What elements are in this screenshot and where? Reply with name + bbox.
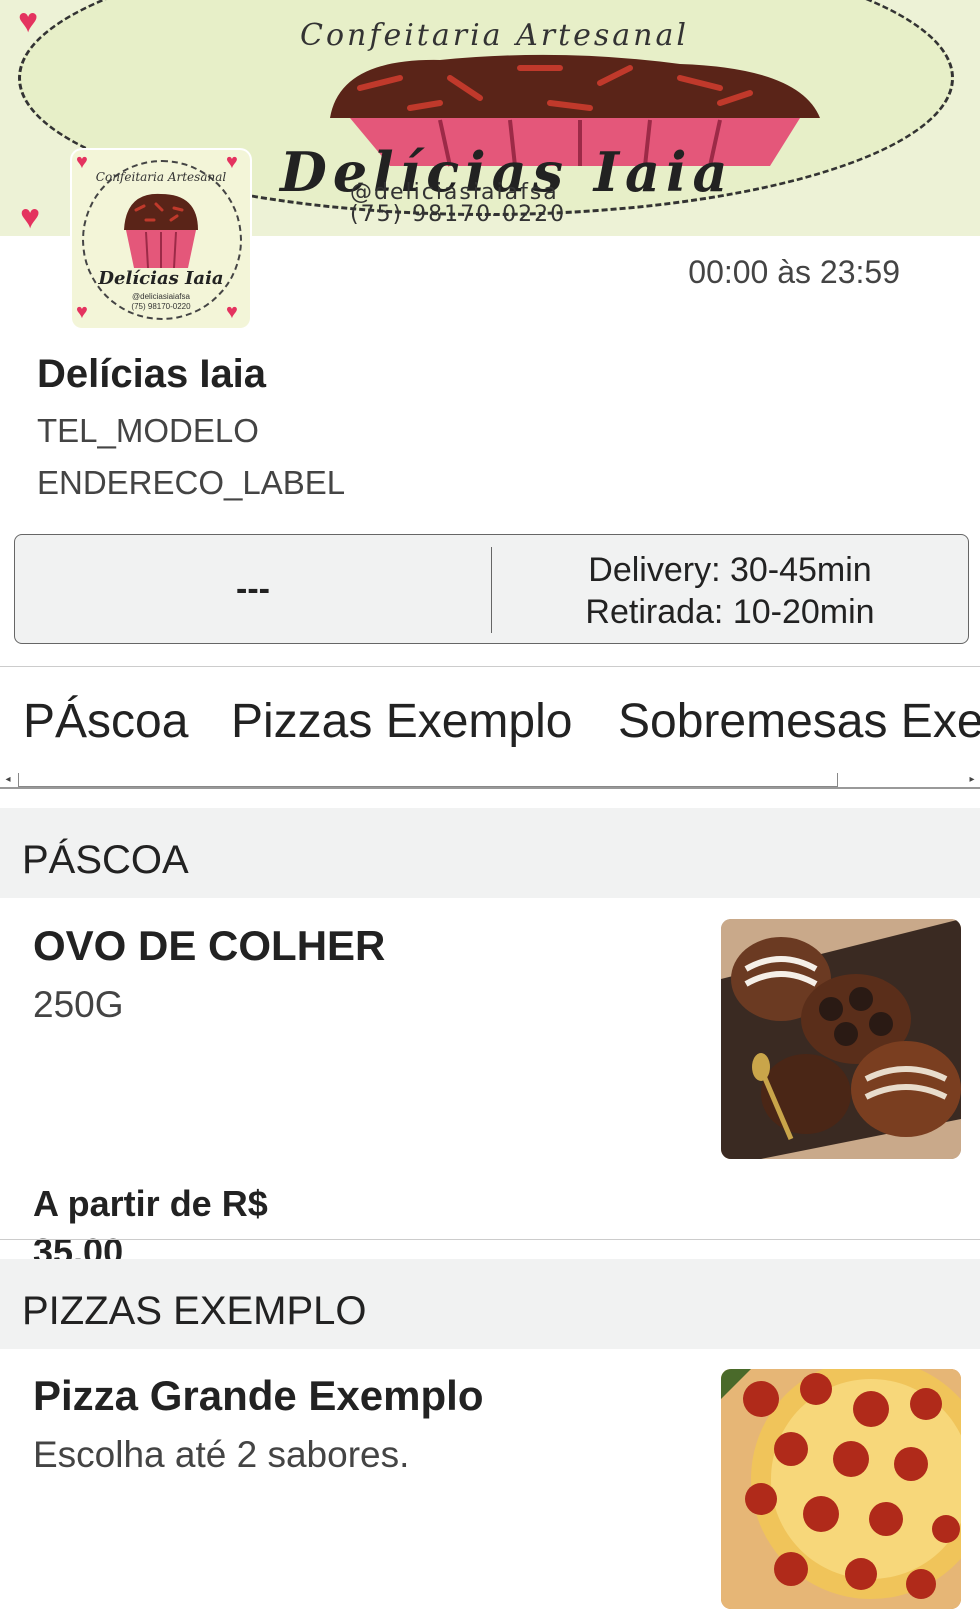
category-tabs: PÁscoa Pizzas Exemplo Sobremesas Exe (0, 668, 980, 772)
product-image-pizza-grande[interactable] (721, 1369, 961, 1609)
store-address: ENDERECO_LABEL (37, 464, 346, 501)
logo-brand: Delícias Iaia (98, 268, 224, 289)
pepperoni-pizza-photo (721, 1369, 961, 1609)
heart-icon: ♥ (18, 2, 39, 40)
delivery-info-box: --- Delivery: 30-45min Retirada: 10-20mi… (14, 534, 969, 644)
heart-icon: ♥ (76, 151, 88, 173)
scrollbar-track-line (0, 787, 980, 789)
tab-sobremesas-exemplo[interactable]: Sobremesas Exe (618, 694, 980, 749)
delivery-time: Delivery: 30-45min (588, 551, 872, 589)
heart-icon: ♥ (226, 151, 238, 173)
price-prefix: A partir de R$ (33, 1183, 268, 1224)
banner-phone: (75) 98170-0220 (350, 202, 567, 227)
product-name[interactable]: Pizza Grande Exemplo (33, 1372, 483, 1420)
opening-hours: 00:00 às 23:59 (688, 254, 900, 290)
delivery-times: Delivery: 30-45min Retirada: 10-20min (492, 549, 968, 633)
store-name: Delícias Iaia (37, 352, 267, 396)
logo-phone: (75) 98170-0220 (131, 302, 191, 311)
heart-icon: ♥ (20, 198, 41, 236)
store-status: --- (236, 569, 270, 608)
cupcake-icon (124, 193, 198, 269)
section-title-pascoa: PÁSCOA (0, 808, 980, 898)
scrollbar-thumb[interactable] (18, 773, 838, 787)
tab-pizzas-exemplo[interactable]: Pizzas Exemplo (231, 694, 572, 749)
pickup-time: Retirada: 10-20min (585, 593, 875, 631)
product-name[interactable]: OVO DE COLHER (33, 922, 385, 970)
banner-social: @deliciasiaiafsa (75) 98170-0220 (350, 182, 566, 226)
divider (0, 666, 980, 667)
banner-instagram: @deliciasiaiafsa (350, 180, 559, 205)
product-image-ovo-de-colher[interactable] (721, 919, 961, 1159)
scroll-left-arrow-icon[interactable]: ◂ (0, 772, 16, 788)
product-description: Escolha até 2 sabores. (33, 1434, 410, 1475)
store-phone: TEL_MODELO (37, 412, 259, 449)
scroll-right-arrow-icon[interactable]: ▸ (964, 772, 980, 788)
chocolate-eggs-photo (721, 919, 961, 1159)
tab-pascoa[interactable]: PÁscoa (23, 694, 188, 749)
logo-instagram: @deliciasiaiafsa (132, 292, 190, 301)
logo-title: Confeitaria Artesanal (95, 170, 227, 184)
product-description: 250G (33, 984, 124, 1025)
divider (0, 1239, 980, 1240)
logo-contacts: @deliciasiaiafsa (75) 98170-0220 (72, 292, 250, 312)
store-logo: ♥ ♥ ♥ ♥ Confeitaria Artesanal Delícias I… (72, 150, 250, 328)
section-title-pizzas-exemplo: PIZZAS EXEMPLO (0, 1259, 980, 1349)
horizontal-scrollbar[interactable]: ◂ ▸ (0, 772, 980, 789)
